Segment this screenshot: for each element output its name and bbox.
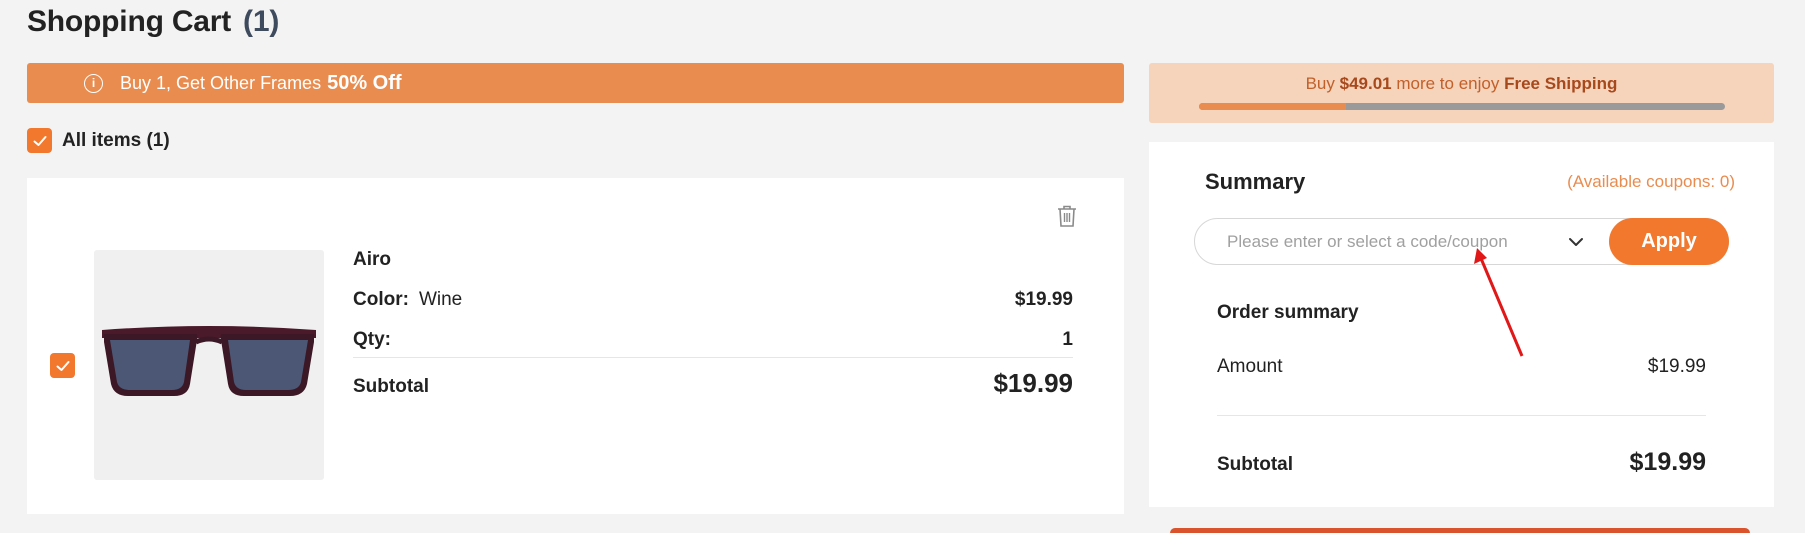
summary-title: Summary [1205, 169, 1306, 194]
order-summary-title: Order summary [1217, 302, 1359, 323]
color-row: Color: Wine $19.99 [353, 289, 1073, 311]
promo-text: Buy 1, Get Other Frames [120, 72, 322, 93]
coupon-input[interactable] [1227, 219, 1567, 264]
summary-subtotal-row: Subtotal $19.99 [1217, 448, 1706, 477]
checkout-button-edge[interactable] [1170, 528, 1750, 533]
cart-count: (1) [243, 5, 280, 38]
shipping-text: Buy $49.01 more to enjoy Free Shipping [1149, 74, 1774, 94]
cart-page: Shopping Cart (1) i Buy 1, Get Other Fram… [0, 0, 1805, 533]
trash-icon[interactable] [1056, 204, 1078, 228]
shipping-amount: $49.01 [1339, 74, 1392, 93]
summary-subtotal-label: Subtotal [1217, 454, 1293, 475]
product-image[interactable] [94, 250, 324, 480]
check-icon [56, 360, 69, 371]
chevron-down-icon[interactable] [1567, 233, 1585, 251]
info-icon: i [84, 73, 103, 93]
select-all[interactable]: All items (1) [27, 128, 170, 153]
qty-row: Qty: 1 [353, 329, 1073, 358]
select-all-checkbox[interactable] [27, 128, 52, 153]
page-title: Shopping Cart (1) [27, 5, 279, 39]
amount-label: Amount [1217, 356, 1283, 377]
color-value: Wine [418, 289, 463, 310]
apply-button[interactable]: Apply [1609, 218, 1729, 265]
item-checkbox[interactable] [50, 353, 75, 378]
divider [1217, 415, 1706, 416]
qty-label: Qty: [353, 329, 391, 350]
title-text: Shopping Cart [27, 5, 232, 38]
qty-value: 1 [1062, 329, 1073, 350]
color-label: Color: [353, 289, 409, 310]
amount-row: Amount $19.99 [1217, 356, 1706, 378]
shipping-free: Free Shipping [1504, 74, 1618, 93]
promo-banner: i Buy 1, Get Other Frames 50% Off [27, 63, 1124, 103]
shipping-middle: more to enjoy [1396, 74, 1500, 93]
item-subtotal-label: Subtotal [353, 376, 429, 397]
select-all-label: All items (1) [62, 129, 170, 151]
item-price: $19.99 [1014, 289, 1073, 310]
shipping-prefix: Buy [1305, 74, 1335, 93]
shipping-progress-fill [1199, 103, 1347, 110]
product-name[interactable]: Airo [353, 249, 391, 271]
check-icon [33, 135, 46, 146]
promo-highlight: 50% Off [327, 71, 402, 94]
sunglasses-image [102, 326, 316, 396]
item-subtotal-row: Subtotal $19.99 [353, 368, 1073, 399]
amount-value: $19.99 [1647, 356, 1706, 377]
shipping-progress-bar [1199, 103, 1725, 110]
free-shipping-banner: Buy $49.01 more to enjoy Free Shipping [1149, 63, 1774, 123]
summary-subtotal-value: $19.99 [1629, 448, 1706, 476]
summary-card: Summary (Available coupons: 0) Order sum… [1149, 142, 1774, 507]
cart-item-card: Airo Color: Wine $19.99 Qty: 1 Subtotal $… [27, 178, 1124, 514]
available-coupons[interactable]: (Available coupons: 0) [1567, 172, 1735, 192]
item-subtotal-value: $19.99 [993, 368, 1073, 398]
